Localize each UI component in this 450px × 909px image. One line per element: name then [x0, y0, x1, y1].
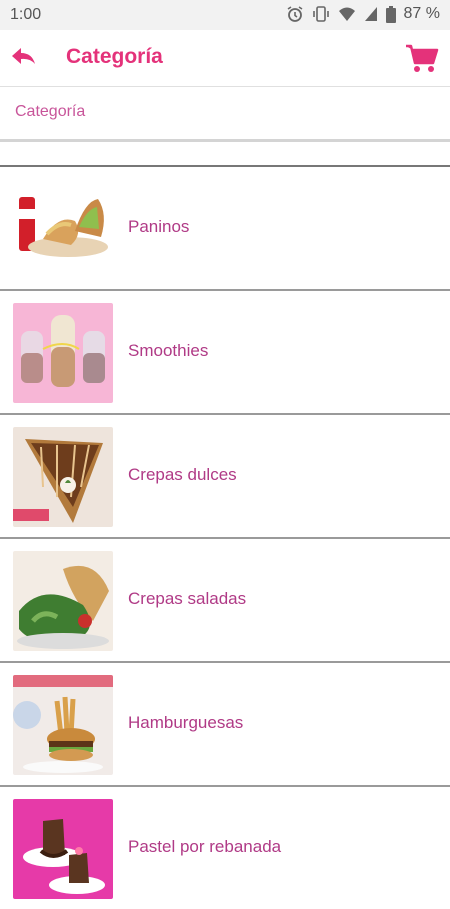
cake-photo: [13, 799, 113, 899]
savory-crepe-photo: [13, 551, 113, 651]
wifi-icon: [338, 6, 356, 22]
cart-button[interactable]: [404, 40, 440, 76]
breadcrumb: Categoría: [0, 87, 450, 142]
burger-photo: [13, 675, 113, 775]
battery-icon: [385, 5, 396, 23]
category-item-smoothies[interactable]: Smoothies: [0, 291, 450, 415]
alarm-icon: [286, 5, 304, 23]
status-time: 1:00: [10, 6, 42, 23]
category-list: Paninos Smoothies Crepas dulces Crepas s…: [0, 167, 450, 909]
category-label: Pastel por rebanada: [128, 837, 282, 856]
category-item-crepas-saladas[interactable]: Crepas saladas: [0, 539, 450, 663]
category-label: Smoothies: [128, 341, 209, 360]
category-label: Crepas dulces: [128, 465, 237, 484]
category-label: Crepas saladas: [128, 589, 247, 608]
status-icons: 87 %: [286, 5, 440, 23]
back-arrow-icon: [8, 48, 40, 78]
back-button[interactable]: [8, 42, 40, 74]
category-item-paninos[interactable]: Paninos: [0, 167, 450, 291]
sweet-crepe-photo: [13, 427, 113, 527]
shopping-cart-icon: [404, 44, 440, 80]
vibrate-icon: [312, 5, 330, 23]
panino-photo: [13, 179, 113, 279]
smoothie-photo: [13, 303, 113, 403]
status-bar: 1:00 87 %: [0, 0, 450, 30]
app-bar: Categoría: [0, 30, 450, 87]
list-header-divider: [0, 142, 450, 167]
category-item-hamburguesas[interactable]: Hamburguesas: [0, 663, 450, 787]
category-item-crepas-dulces[interactable]: Crepas dulces: [0, 415, 450, 539]
category-item-pastel-por-rebanada[interactable]: Pastel por rebanada: [0, 787, 450, 909]
page-title: Categoría: [66, 45, 163, 68]
breadcrumb-label: Categoría: [15, 103, 86, 120]
category-label: Paninos: [128, 217, 190, 236]
signal-icon: [364, 6, 378, 22]
battery-percent: 87 %: [403, 5, 440, 22]
category-label: Hamburguesas: [128, 713, 244, 732]
